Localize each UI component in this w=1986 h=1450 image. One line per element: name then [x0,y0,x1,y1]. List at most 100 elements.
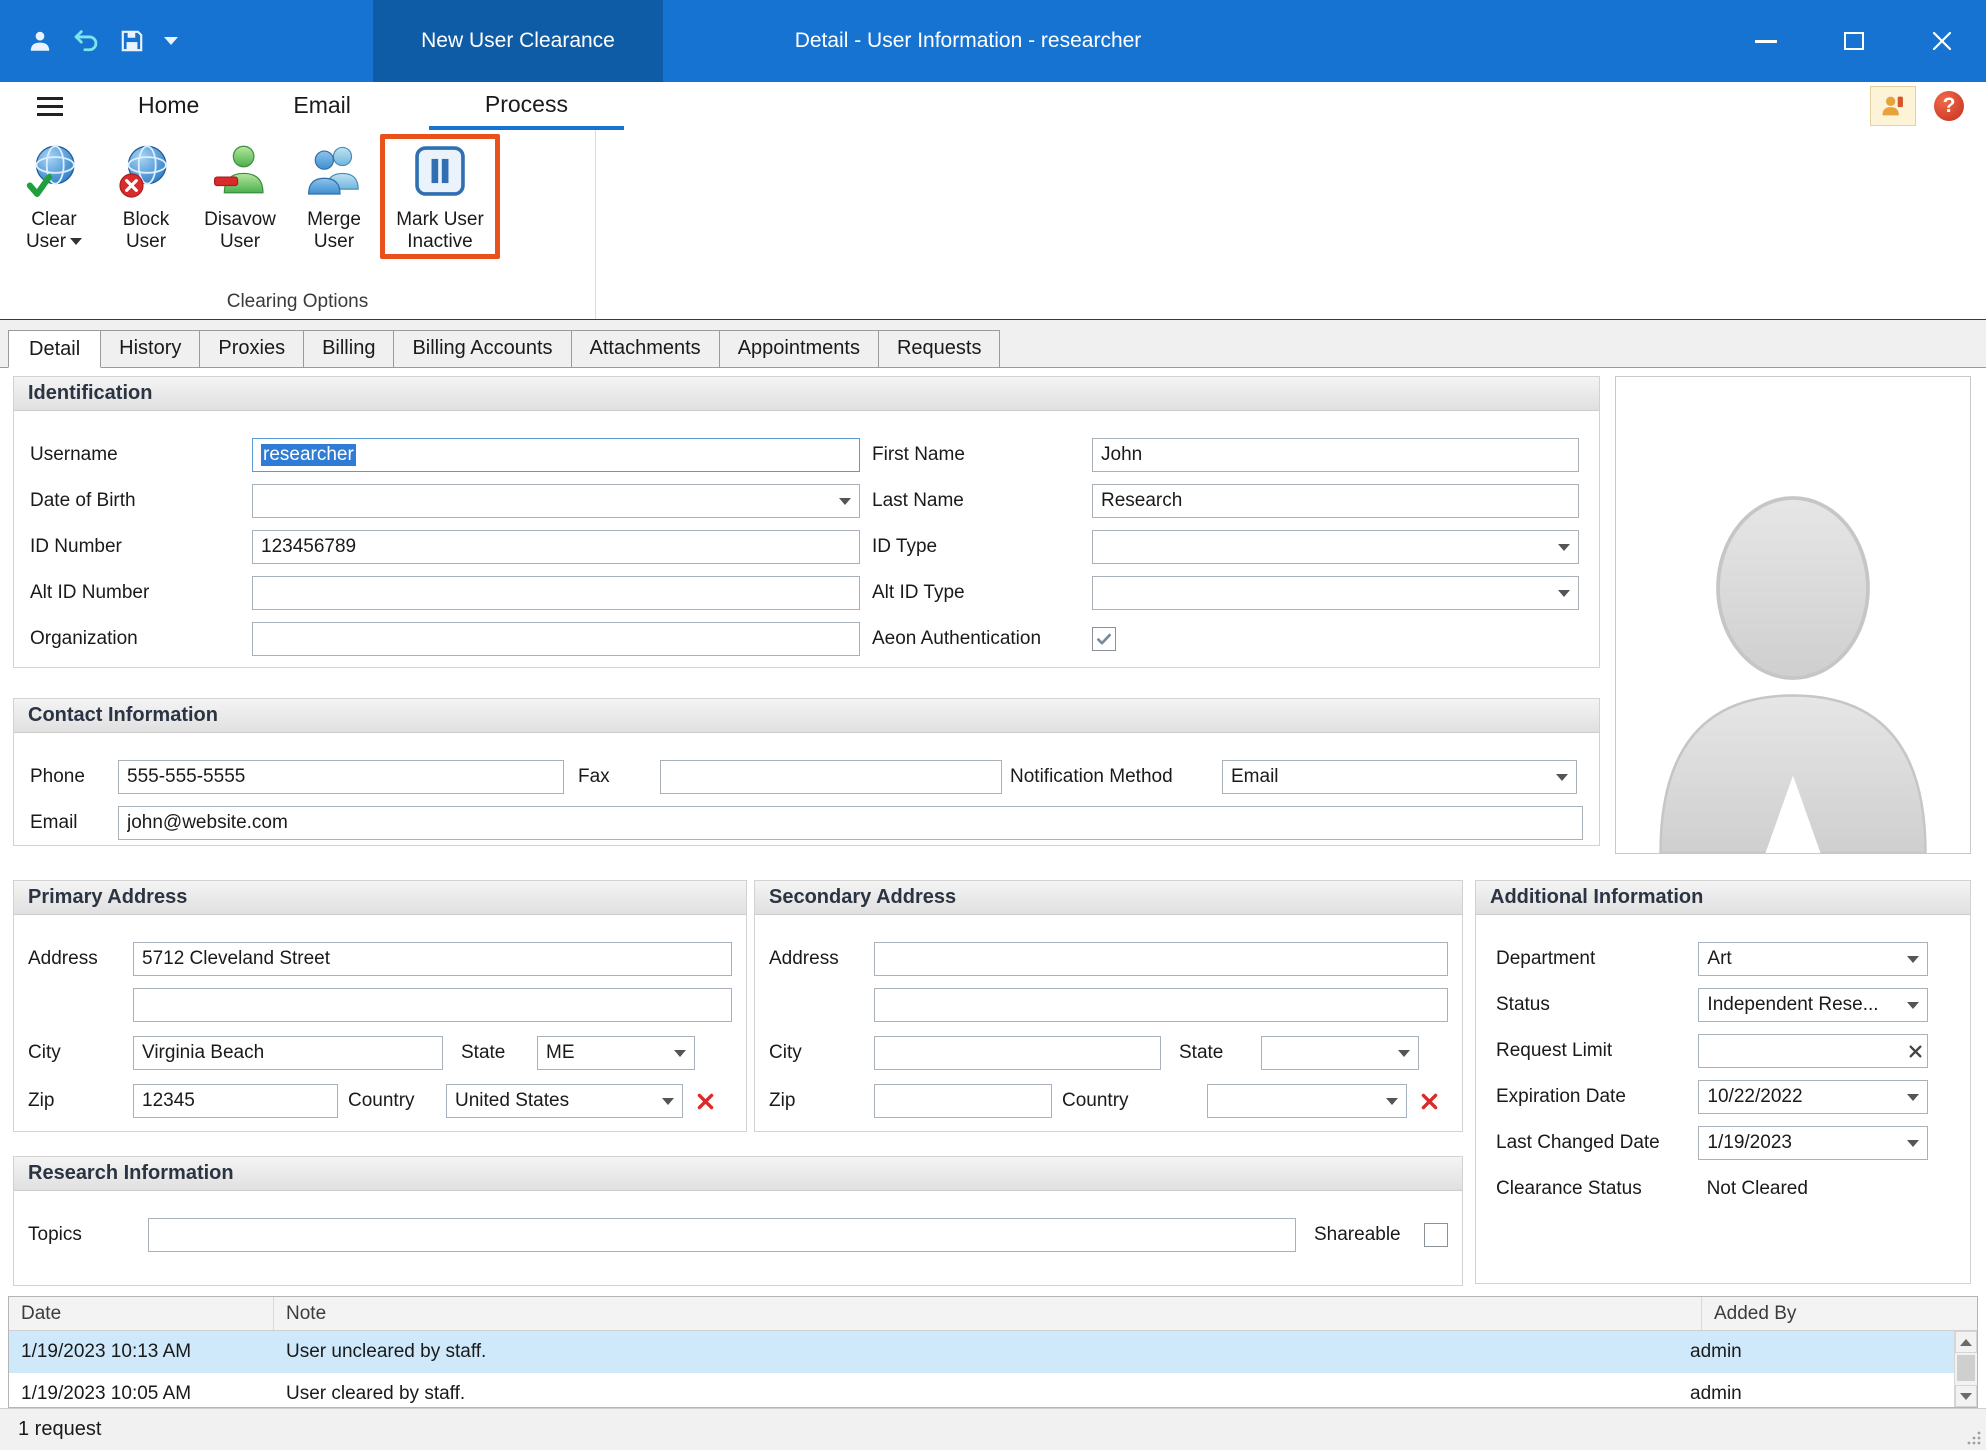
chevron-down-icon[interactable] [1548,761,1576,793]
state-select[interactable]: ME [537,1036,695,1070]
globe-block-icon [117,139,175,203]
last-name-input[interactable]: Research [1092,484,1579,518]
topics-input[interactable] [148,1218,1296,1252]
chevron-down-icon[interactable] [1899,989,1927,1021]
fax-input[interactable] [660,760,1002,794]
contact-information-section: Contact Information Phone 555-555-5555 F… [13,698,1600,846]
last-changed-date-select[interactable]: 1/19/2023 [1698,1126,1928,1160]
date-of-birth-select[interactable] [252,484,860,518]
grid-vertical-scrollbar[interactable] [1954,1331,1977,1407]
clear-user-button[interactable]: ClearUser [8,134,100,259]
chevron-down-icon[interactable] [831,485,859,517]
undo-icon[interactable] [68,23,104,59]
user-alert-icon [1879,92,1907,120]
chevron-down-icon[interactable] [1378,1085,1406,1117]
person-silhouette-icon [1643,453,1943,853]
alt-id-type-select[interactable] [1092,576,1579,610]
additional-information-header: Additional Information [1476,881,1970,915]
clear-country-button[interactable] [1415,1087,1443,1115]
clear-request-limit-button[interactable] [1908,1035,1923,1067]
address-line1-input[interactable] [874,942,1448,976]
chevron-down-icon[interactable] [1550,531,1578,563]
city-input[interactable] [874,1036,1161,1070]
scroll-down-button[interactable] [1955,1385,1977,1407]
country-select[interactable]: United States [446,1084,683,1118]
user-photo[interactable] [1615,376,1971,854]
notification-method-select[interactable]: Email [1222,760,1577,794]
tab-attachments[interactable]: Attachments [571,330,720,367]
chevron-down-icon[interactable] [1550,577,1578,609]
country-select[interactable] [1207,1084,1407,1118]
tab-proxies[interactable]: Proxies [199,330,304,367]
zip-input[interactable] [874,1084,1052,1118]
shareable-checkbox[interactable] [1424,1223,1448,1247]
column-header-added-by[interactable]: Added By [1702,1297,1977,1330]
notification-method-label: Notification Method [1010,766,1222,788]
help-button[interactable]: ? [1926,86,1972,126]
address-line2-input[interactable] [874,988,1448,1022]
scroll-up-button[interactable] [1955,1331,1977,1353]
notes-grid-header: Date Note Added By [9,1297,1977,1331]
column-header-note[interactable]: Note [274,1297,1702,1330]
ribbon-tab-home[interactable]: Home [100,82,237,130]
resize-grip-icon[interactable] [1966,1430,1982,1446]
first-name-input[interactable]: John [1092,438,1579,472]
maximize-button[interactable] [1810,0,1898,82]
state-select[interactable] [1261,1036,1419,1070]
request-limit-input[interactable] [1698,1034,1928,1068]
tab-detail[interactable]: Detail [8,330,101,368]
tab-billing-accounts[interactable]: Billing Accounts [393,330,571,367]
block-user-button[interactable]: BlockUser [100,134,192,259]
close-button[interactable] [1898,0,1986,82]
scrollbar-thumb[interactable] [1957,1355,1975,1381]
document-tab[interactable]: New User Clearance [373,0,663,82]
first-name-value: John [1101,444,1142,466]
qat-dropdown-icon[interactable] [160,23,182,59]
tab-history[interactable]: History [100,330,200,367]
ribbon-tab-process[interactable]: Process [429,82,624,130]
tab-billing[interactable]: Billing [303,330,394,367]
save-icon[interactable] [114,23,150,59]
primary-address-header: Primary Address [14,881,746,915]
minimize-button[interactable] [1722,0,1810,82]
organization-input[interactable] [252,622,860,656]
address-line2-input[interactable] [133,988,732,1022]
city-label: City [769,1042,874,1064]
chevron-down-icon[interactable] [654,1085,682,1117]
document-tab-label: New User Clearance [421,29,615,53]
zip-input[interactable]: 12345 [133,1084,338,1118]
user-icon[interactable] [22,23,58,59]
aeon-authentication-checkbox[interactable] [1092,627,1116,651]
ribbon-tab-email[interactable]: Email [255,82,389,130]
chevron-down-icon[interactable] [1390,1037,1418,1069]
department-select[interactable]: Art [1698,942,1928,976]
status-select[interactable]: Independent Rese... [1698,988,1928,1022]
chevron-down-icon[interactable] [1899,1127,1927,1159]
tab-appointments[interactable]: Appointments [719,330,879,367]
city-value: Virginia Beach [142,1042,264,1064]
chevron-down-icon[interactable] [1899,943,1927,975]
note-row[interactable]: 1/19/2023 10:05 AM User cleared by staff… [9,1373,1977,1408]
note-row[interactable]: 1/19/2023 10:13 AM User uncleared by sta… [9,1331,1977,1373]
note-date: 1/19/2023 10:05 AM [9,1373,274,1408]
clear-country-button[interactable] [691,1087,719,1115]
chevron-down-icon[interactable] [1899,1081,1927,1113]
arrow-up-icon [1960,1339,1972,1346]
mark-user-inactive-button[interactable]: Mark UserInactive [380,134,500,259]
chevron-down-icon[interactable] [666,1037,694,1069]
disavow-user-button[interactable]: DisavowUser [192,134,288,259]
column-header-date[interactable]: Date [9,1297,274,1330]
menu-button[interactable] [0,82,100,130]
address-line1-input[interactable]: 5712 Cleveland Street [133,942,732,976]
merge-user-button[interactable]: MergeUser [288,134,380,259]
id-number-input[interactable]: 123456789 [252,530,860,564]
tab-requests[interactable]: Requests [878,330,1001,367]
expiration-date-select[interactable]: 10/22/2022 [1698,1080,1928,1114]
user-alert-button[interactable] [1870,86,1916,126]
city-input[interactable]: Virginia Beach [133,1036,443,1070]
username-input[interactable]: researcher [252,438,860,472]
phone-input[interactable]: 555-555-5555 [118,760,564,794]
id-type-select[interactable] [1092,530,1579,564]
alt-id-number-input[interactable] [252,576,860,610]
email-input[interactable]: john@website.com [118,806,1583,840]
